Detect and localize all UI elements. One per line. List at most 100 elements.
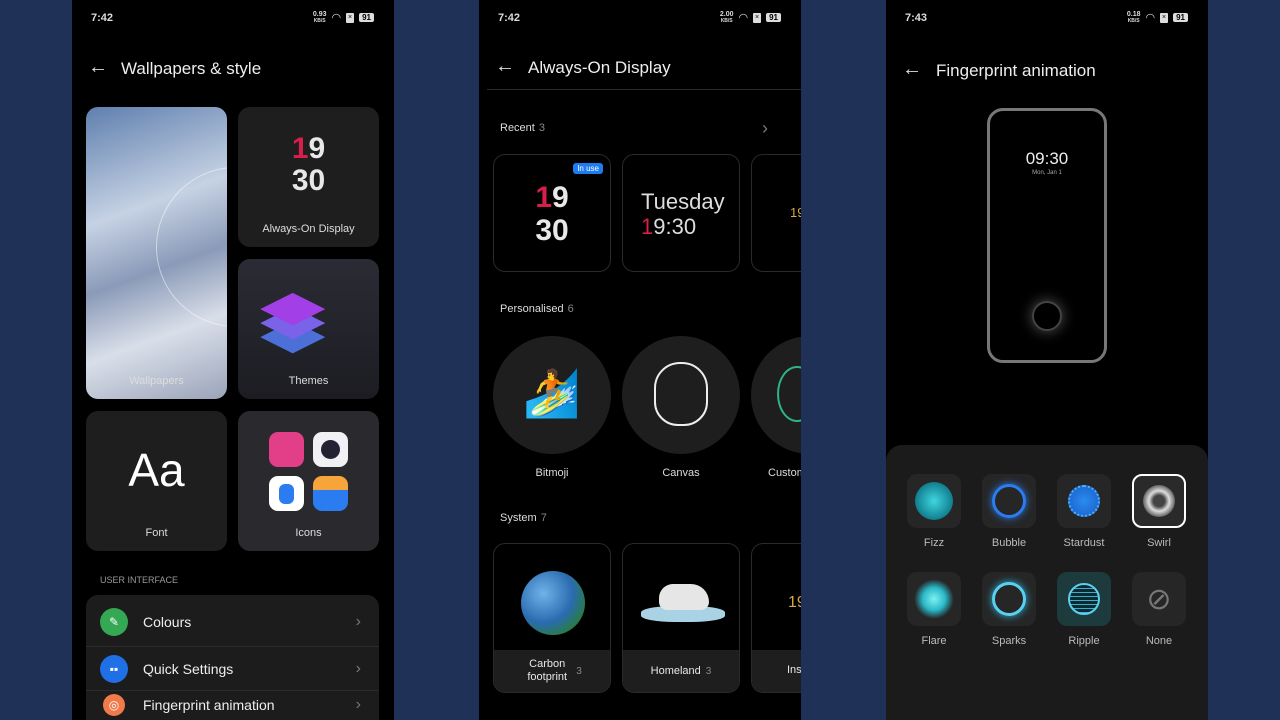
status-icons: 0.18 KB/S ◠ × 91 (1127, 11, 1188, 24)
custom-option[interactable] (751, 336, 801, 454)
sim-icon: × (753, 12, 762, 23)
card-footer: Carbon footprint 3 (494, 650, 610, 692)
wallpapers-tile[interactable]: Wallpapers (86, 107, 227, 399)
card-footer: Homeland 3 (623, 650, 739, 692)
clock-preview: 19 (788, 594, 801, 611)
net-unit: KB/S (720, 17, 733, 24)
system-section-title: System 7 (500, 512, 547, 524)
battery-level: 91 (359, 13, 374, 22)
battery-level: 91 (766, 13, 781, 22)
page-title: Wallpapers & style (121, 59, 262, 78)
sparks-label: Sparks (991, 635, 1027, 647)
fizz-label: Fizz (923, 537, 945, 549)
sparks-option[interactable] (982, 572, 1036, 626)
fizz-option[interactable] (907, 474, 961, 528)
section-count: 3 (538, 122, 545, 134)
always-on-display-screen: 7:42 2.00 KB/S ◠ × 91 ← Always-On Display… (479, 0, 801, 720)
aod-card-3[interactable]: 19 (751, 154, 801, 272)
none-icon: ⊘ (1146, 582, 1172, 616)
list-item-fingerprint-animation[interactable]: ◎ Fingerprint animation › (86, 692, 379, 718)
custom-label: Custom (768, 467, 801, 479)
day-text: Tuesday (641, 189, 725, 214)
themes-label: Themes (288, 375, 329, 387)
wifi-icon: ◠ (331, 12, 342, 24)
section-count: 7 (540, 512, 547, 524)
status-time: 7:42 (498, 12, 521, 24)
wallpaper-art (156, 167, 227, 327)
carbon-footprint-card[interactable]: Carbon footprint 3 (493, 543, 611, 693)
aod-card-in-use[interactable]: In use 19 30 (493, 154, 611, 272)
fingerprint-icon: ◎ (103, 694, 125, 716)
sparks-icon (992, 582, 1026, 616)
bubble-option[interactable] (982, 474, 1036, 528)
clock-digit: 1 (291, 132, 309, 165)
back-arrow-icon[interactable]: ← (88, 56, 108, 79)
ins-card[interactable]: 19 Ins (751, 543, 801, 693)
swirl-option-selected[interactable] (1132, 474, 1186, 528)
list-item-quick-settings[interactable]: ▪▪ Quick Settings › (86, 647, 379, 691)
card-label: Ins (752, 650, 801, 692)
swirl-icon (1143, 485, 1175, 517)
canvas-label: Canvas (662, 467, 700, 479)
card-label: Homeland (650, 665, 701, 677)
chevron-right-icon[interactable]: › (762, 118, 768, 139)
clock-digit: 9 (308, 132, 326, 165)
status-time: 7:43 (905, 12, 928, 24)
stardust-label: Stardust (1063, 537, 1105, 549)
battery-level: 91 (1173, 13, 1188, 22)
status-time: 7:42 (91, 12, 114, 24)
clock-digit: 9 (552, 181, 569, 214)
clock-minutes: 30 (535, 214, 569, 247)
fingerprint-swirl-icon (1032, 301, 1062, 331)
swirl-label: Swirl (1147, 537, 1171, 549)
aod-card-tuesday[interactable]: Tuesday 19:30 (622, 154, 740, 272)
bubble-label: Bubble (991, 537, 1027, 549)
net-unit: KB/S (313, 17, 326, 24)
always-on-display-tile[interactable]: 19 30 Always-On Display (238, 107, 379, 247)
chevron-right-icon: › (355, 659, 361, 677)
ripple-option[interactable] (1057, 572, 1111, 626)
wifi-icon: ◠ (738, 12, 749, 24)
flare-option[interactable] (907, 572, 961, 626)
homeland-card[interactable]: Homeland 3 (622, 543, 740, 693)
flower-icon (777, 366, 801, 422)
stardust-option[interactable] (1057, 474, 1111, 528)
aod-clock: 19 30 (494, 181, 610, 247)
bubble-icon (992, 484, 1026, 518)
section-label: Recent (500, 122, 535, 134)
recent-section-title: Recent 3 (500, 122, 545, 134)
layers-icon (260, 289, 340, 359)
ripple-icon (1068, 583, 1100, 615)
bitmoji-label: Bitmoji (535, 467, 569, 479)
card-label: Carbon footprint (527, 658, 568, 683)
section-header: USER INTERFACE (100, 575, 179, 585)
clock-preview: 19 (790, 205, 801, 220)
bitmoji-option[interactable]: 🏄 (493, 336, 611, 454)
animation-picker-sheet: Fizz Bubble Stardust Swirl Flare Sparks … (886, 445, 1208, 720)
font-tile[interactable]: Aa Font (86, 411, 227, 551)
sim-icon: × (1160, 12, 1169, 23)
net-speed: 2.00 (719, 10, 734, 18)
icons-label: Icons (295, 527, 322, 539)
chevron-right-icon: › (355, 696, 361, 713)
item-label: Fingerprint animation (143, 697, 275, 713)
wifi-icon: ◠ (1145, 12, 1156, 24)
none-label: None (1145, 635, 1173, 647)
back-arrow-icon[interactable]: ← (495, 55, 515, 78)
clock-minutes: 30 (291, 164, 326, 197)
icons-tile[interactable]: Icons (238, 411, 379, 551)
aod-label: Always-On Display (262, 223, 355, 235)
list-item-colours[interactable]: ✎ Colours › (86, 597, 379, 647)
fingerprint-animation-screen: 7:43 0.18 KB/S ◠ × 91 ← Fingerprint anima… (886, 0, 1208, 720)
aod-clock: 19 30 (238, 133, 379, 197)
back-arrow-icon[interactable]: ← (902, 58, 922, 81)
polar-bear-image (659, 584, 709, 610)
none-option[interactable]: ⊘ (1132, 572, 1186, 626)
wallpapers-style-screen: 7:42 0.93 KB/S ◠ × 91 ← Wallpapers & styl… (72, 0, 394, 720)
flare-icon (914, 579, 954, 619)
divider (487, 89, 801, 90)
personalised-section-title: Personalised 6 (500, 303, 574, 315)
canvas-option[interactable] (622, 336, 740, 454)
themes-tile[interactable]: Themes (238, 259, 379, 399)
contacts-app-icon (269, 476, 304, 511)
